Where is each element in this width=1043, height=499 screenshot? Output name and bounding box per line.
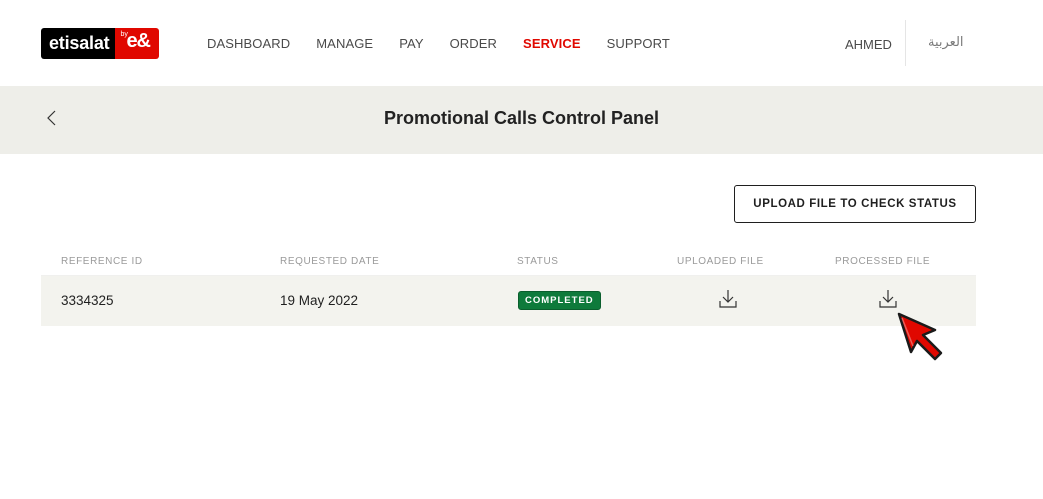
nav-service[interactable]: SERVICE <box>523 36 581 51</box>
download-icon[interactable] <box>878 288 898 310</box>
upload-file-button[interactable]: UPLOAD FILE TO CHECK STATUS <box>734 185 976 223</box>
page-title-bar: Promotional Calls Control Panel <box>0 86 1043 154</box>
nav-support[interactable]: SUPPORT <box>607 36 670 51</box>
column-status: STATUS <box>517 256 559 267</box>
table-row: 3334325 19 May 2022 COMPLETED <box>41 276 976 326</box>
header-divider <box>905 20 906 66</box>
main-nav: DASHBOARD MANAGE PAY ORDER SERVICE SUPPO… <box>207 36 696 51</box>
cell-requested-date: 19 May 2022 <box>280 293 359 308</box>
top-header: etisalat by e& DASHBOARD MANAGE PAY ORDE… <box>0 0 1043 86</box>
language-switch[interactable]: العربية <box>928 35 964 50</box>
nav-manage[interactable]: MANAGE <box>316 36 373 51</box>
table-header: REFERENCE ID REQUESTED DATE STATUS UPLOA… <box>41 246 976 276</box>
column-requested-date: REQUESTED DATE <box>280 256 380 267</box>
logo-eand-text: e& <box>126 30 151 52</box>
logo-eand-badge: by e& <box>115 28 160 59</box>
etisalat-logo[interactable]: etisalat by e& <box>41 28 160 59</box>
column-reference-id: REFERENCE ID <box>61 256 143 267</box>
requests-table: REFERENCE ID REQUESTED DATE STATUS UPLOA… <box>41 246 976 326</box>
logo-wordmark: etisalat <box>41 28 116 59</box>
status-badge: COMPLETED <box>518 291 601 310</box>
nav-dashboard[interactable]: DASHBOARD <box>207 36 290 51</box>
user-name[interactable]: AHMED <box>845 37 892 52</box>
nav-order[interactable]: ORDER <box>450 36 497 51</box>
download-icon[interactable] <box>718 288 738 310</box>
nav-pay[interactable]: PAY <box>399 36 423 51</box>
column-uploaded-file: UPLOADED FILE <box>677 256 764 267</box>
page-title: Promotional Calls Control Panel <box>383 108 660 128</box>
column-processed-file: PROCESSED FILE <box>835 256 931 267</box>
cell-reference-id: 3334325 <box>61 293 114 308</box>
